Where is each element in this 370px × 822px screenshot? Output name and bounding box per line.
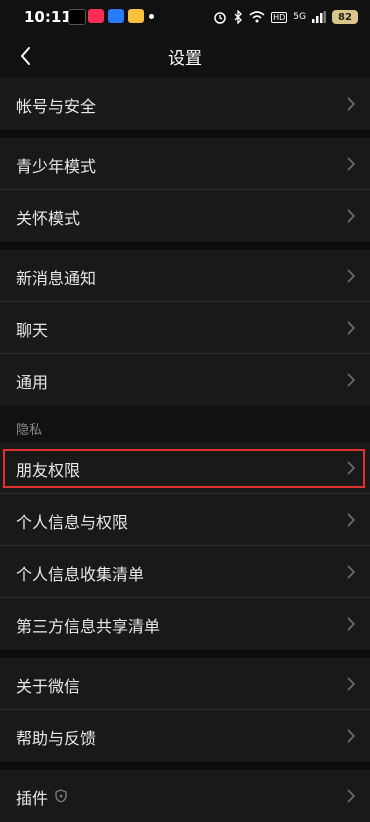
baidu-app-icon [108, 9, 124, 23]
bluetooth-icon [234, 10, 243, 24]
settings-item-label: 通用 [16, 373, 49, 392]
settings-item-label: 关于微信 [16, 677, 81, 696]
status-indicators: HD 5G 82 [213, 8, 358, 26]
settings-item-care-mode[interactable]: 关怀模式 [0, 190, 370, 242]
red-app-icon [88, 9, 104, 23]
tiktok-app-icon [68, 9, 86, 25]
chevron-right-icon [347, 729, 356, 743]
settings-item-teen-mode[interactable]: 青少年模式 [0, 138, 370, 190]
settings-item-label: 个人信息与权限 [16, 513, 129, 532]
settings-item-friend-permissions[interactable]: 朋友权限 [0, 442, 370, 494]
settings-item-new-message-notifications[interactable]: 新消息通知 [0, 250, 370, 302]
settings-item-label: 帮助与反馈 [16, 729, 97, 748]
settings-item-account-security[interactable]: 帐号与安全 [0, 78, 370, 130]
section-header-privacy: 隐私 [0, 406, 370, 442]
settings-item-plugins[interactable]: 插件 [0, 770, 370, 822]
chevron-right-icon [347, 461, 356, 475]
yellow-app-icon [128, 9, 144, 23]
chevron-right-icon [347, 513, 356, 527]
settings-item-label: 聊天 [16, 321, 49, 340]
chevron-right-icon [347, 209, 356, 223]
settings-item-help-feedback[interactable]: 帮助与反馈 [0, 710, 370, 762]
settings-item-personal-info-collection-list[interactable]: 个人信息收集清单 [0, 546, 370, 598]
settings-item-label: 新消息通知 [16, 269, 97, 288]
alarm-icon [214, 12, 226, 24]
navigation-bar: 设置 [0, 34, 370, 78]
settings-list: 帐号与安全 青少年模式 关怀模式 新消息通知 聊天 通用 隐私 朋友权限 个人信… [0, 78, 370, 822]
settings-item-label: 第三方信息共享清单 [16, 617, 161, 636]
shield-icon [55, 789, 67, 803]
chevron-right-icon [347, 617, 356, 631]
chevron-right-icon [347, 373, 356, 387]
settings-item-label: 帐号与安全 [16, 97, 97, 116]
settings-item-label: 个人信息收集清单 [16, 565, 145, 584]
group-divider [0, 242, 370, 250]
page-title: 设置 [168, 49, 202, 69]
chevron-right-icon [347, 789, 356, 803]
settings-item-label: 朋友权限 [16, 461, 81, 480]
settings-item-general[interactable]: 通用 [0, 354, 370, 406]
settings-item-personal-info-permissions[interactable]: 个人信息与权限 [0, 494, 370, 546]
hd-badge: HD [271, 11, 288, 23]
chevron-right-icon [347, 677, 356, 691]
settings-item-label: 青少年模式 [16, 157, 97, 176]
settings-item-chat[interactable]: 聊天 [0, 302, 370, 354]
group-divider [0, 650, 370, 658]
settings-item-about-wechat[interactable]: 关于微信 [0, 658, 370, 710]
wifi-icon [249, 11, 265, 23]
group-divider [0, 762, 370, 770]
notification-dot-icon [149, 14, 154, 19]
signal-icon [312, 11, 326, 23]
settings-item-third-party-sharing-list[interactable]: 第三方信息共享清单 [0, 598, 370, 650]
chevron-right-icon [347, 269, 356, 283]
chevron-right-icon [347, 97, 356, 111]
group-divider [0, 130, 370, 138]
settings-item-label: 关怀模式 [16, 209, 81, 228]
status-time: 10:11 [24, 8, 72, 26]
status-bar: 10:11 HD 5G 82 [0, 0, 370, 34]
section-title: 隐私 [16, 423, 43, 438]
settings-item-label: 插件 [16, 789, 49, 808]
chevron-right-icon [347, 157, 356, 171]
chevron-right-icon [347, 321, 356, 335]
signal-label: 5G [293, 12, 306, 22]
chevron-right-icon [347, 565, 356, 579]
battery-indicator: 82 [332, 10, 358, 24]
